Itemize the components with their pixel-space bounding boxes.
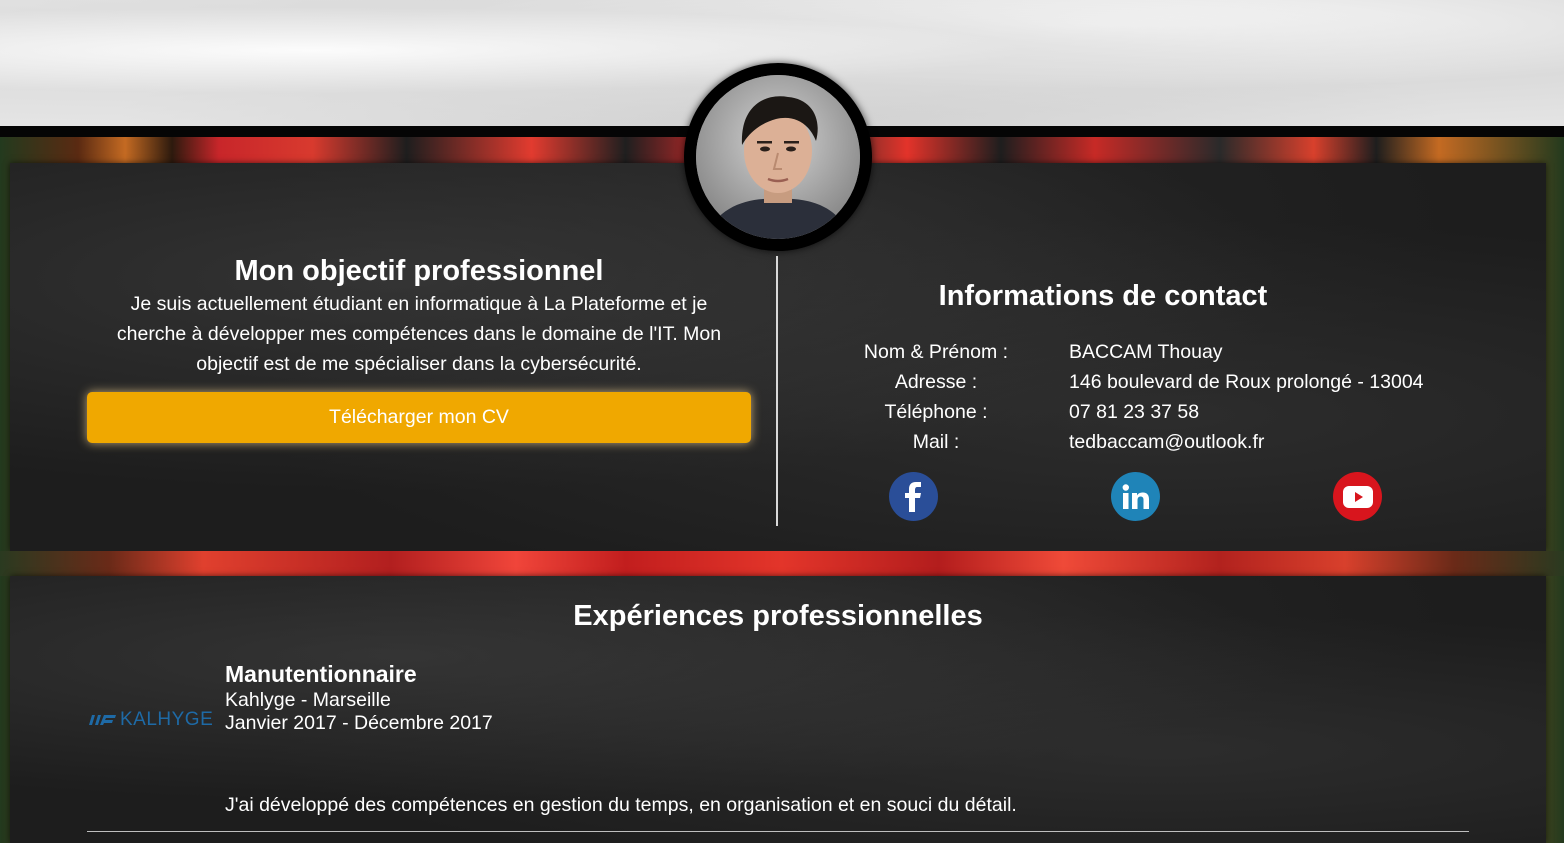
- section-separator: [0, 551, 1564, 576]
- column-divider: [776, 256, 778, 526]
- profile-photo-portrait: [696, 75, 860, 239]
- contact-email-link[interactable]: tedbaccam@outlook.fr: [1069, 431, 1264, 454]
- contact-label: Nom & Prénom :: [863, 341, 1009, 363]
- contact-row-address: Adresse : 146 boulevard de Roux prolongé…: [830, 371, 1530, 401]
- experience-dates: Janvier 2017 - Décembre 2017: [225, 712, 493, 734]
- facebook-link[interactable]: [889, 472, 938, 521]
- contact-title: Informations de contact: [938, 280, 1268, 312]
- company-logo: KALHYGE: [89, 709, 213, 731]
- download-cv-button[interactable]: Télécharger mon CV: [87, 392, 751, 443]
- page: Mon objectif professionnel Je suis actue…: [0, 0, 1564, 843]
- experience-company: Kahlyge - Marseille: [225, 689, 391, 711]
- contact-row-phone: Téléphone : 07 81 23 37 58: [830, 401, 1530, 431]
- contact-label: Mail :: [912, 431, 960, 453]
- avatar: [684, 63, 872, 251]
- youtube-icon: [1342, 485, 1373, 508]
- company-logo-text: KALHYGE: [120, 709, 214, 730]
- contact-label: Adresse :: [894, 371, 978, 393]
- profile-photo: [696, 75, 860, 239]
- contact-value: 146 boulevard de Roux prolongé - 13004: [1069, 371, 1424, 393]
- linkedin-link[interactable]: [1111, 472, 1160, 521]
- experience-role: Manutentionnaire: [225, 661, 417, 687]
- linkedin-icon: [1122, 483, 1149, 509]
- experience-description: J'ai développé des compétences en gestio…: [225, 794, 1017, 816]
- kalhyge-logo-icon: [89, 715, 116, 725]
- youtube-link[interactable]: [1333, 472, 1382, 521]
- experience-divider: [87, 831, 1469, 832]
- objective-text: Je suis actuellement étudiant en informa…: [116, 293, 722, 375]
- experience-title: Expériences professionnelles: [573, 600, 983, 632]
- contact-label: Téléphone :: [884, 401, 988, 423]
- contact-value: 07 81 23 37 58: [1069, 401, 1200, 423]
- contact-value: BACCAM Thouay: [1069, 341, 1223, 363]
- contact-row-mail: Mail : tedbaccam@outlook.fr: [830, 431, 1530, 461]
- facebook-icon: [904, 481, 921, 512]
- contact-row-name: Nom & Prénom : BACCAM Thouay: [830, 341, 1530, 371]
- objective-title: Mon objectif professionnel: [234, 255, 604, 287]
